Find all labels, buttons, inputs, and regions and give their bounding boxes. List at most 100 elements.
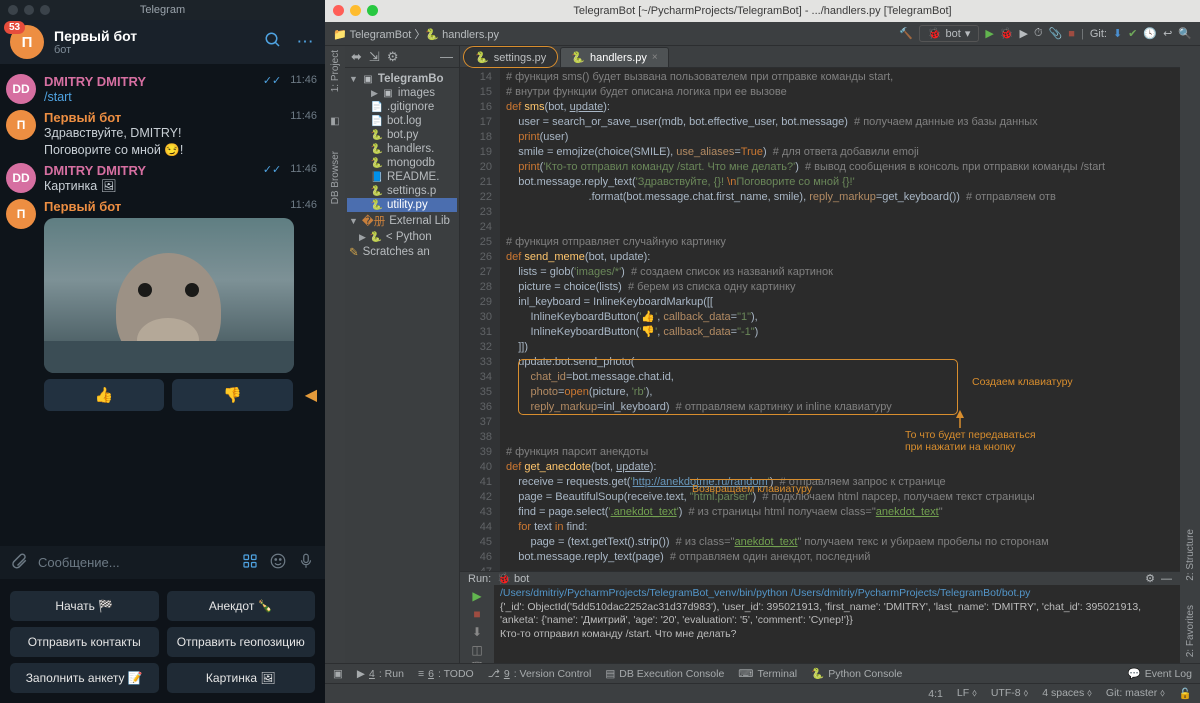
message-user[interactable]: DD DMITRY DMITRY✓✓11:46 /start — [6, 74, 317, 106]
lock-icon[interactable]: 🔓 — [1179, 687, 1192, 700]
project-tab[interactable]: 1: Project — [330, 50, 341, 92]
db-browser-icon[interactable]: ◧ — [330, 116, 339, 127]
emoji-icon[interactable] — [269, 552, 287, 573]
inline-button-dislike[interactable]: 👎 — [172, 379, 292, 411]
message-bot-photo[interactable]: П Первый бот11:46 — [6, 199, 317, 373]
event-log[interactable]: 💬 Event Log — [1128, 667, 1192, 680]
caret-pos[interactable]: 4:1 — [928, 688, 943, 700]
window-title: TelegramBot [~/PycharmProjects/TelegramB… — [573, 5, 951, 17]
close-tab-icon[interactable]: × — [652, 52, 658, 63]
more-icon[interactable]: ⋯ — [295, 32, 315, 52]
tab-settings[interactable]: 🐍 settings.py — [464, 47, 557, 67]
expand-icon[interactable]: ⇲ — [369, 49, 380, 65]
indent[interactable]: 4 spaces ⬨ — [1042, 687, 1092, 700]
git-revert-icon[interactable]: ↩ — [1163, 27, 1172, 40]
bot-avatar[interactable]: 53 П — [10, 25, 44, 59]
tw-run[interactable]: ▶ 4: Run — [357, 668, 404, 680]
run-title: Run: — [468, 573, 491, 585]
inline-button-like[interactable]: 👍 — [44, 379, 164, 411]
message-user[interactable]: DD DMITRY DMITRY✓✓11:46 Картинка 🖼 — [6, 163, 317, 195]
reply-button[interactable]: Отправить контакты — [10, 627, 159, 657]
telegram-chat-header[interactable]: 53 П Первый бот бот ⋯ — [0, 20, 325, 64]
hide-icon[interactable]: — — [440, 49, 453, 64]
tab-handlers[interactable]: 🐍 handlers.py × — [560, 47, 668, 67]
message-input[interactable]: Сообщение... — [38, 555, 231, 570]
down-icon[interactable]: ⬇ — [472, 625, 482, 639]
telegram-app: Telegram 53 П Первый бот бот ⋯ DD DMITRY… — [0, 0, 325, 703]
code-editor[interactable]: 1415161718192021222324252627282930313233… — [460, 68, 1180, 571]
telegram-window-title: Telegram — [140, 4, 185, 16]
coverage-icon[interactable]: ▶ — [1020, 27, 1028, 40]
avatar: DD — [6, 163, 36, 193]
favorites-tab[interactable]: 2: Favorites — [1185, 605, 1196, 657]
message-input-bar: Сообщение... — [0, 546, 325, 579]
hide-icon[interactable]: — — [1161, 573, 1172, 585]
gutter[interactable]: 1415161718192021222324252627282930313233… — [460, 68, 500, 571]
db-browser-tab[interactable]: DB Browser — [330, 151, 341, 204]
run-gutter: ▶ ■ ⬇ ◫ 🗑 — [460, 585, 494, 675]
collapse-icon[interactable]: ⬌ — [351, 49, 362, 65]
reply-button[interactable]: Отправить геопозицию — [167, 627, 316, 657]
tw-db[interactable]: ▤ DB Execution Console — [605, 668, 724, 680]
git-label: Git: — [1090, 28, 1107, 40]
ide-toolbar: 📁 TelegramBot 〉🐍 handlers.py 🔨 🐞 bot ▾ ▶… — [325, 22, 1200, 46]
avatar: П — [6, 110, 36, 140]
reply-button[interactable]: Картинка 🖼 — [167, 663, 316, 693]
line-sep[interactable]: LF ⬨ — [957, 687, 977, 700]
avatar: П — [6, 199, 36, 229]
build-icon[interactable]: 🔨 — [899, 27, 913, 40]
stop-icon[interactable]: ■ — [1068, 28, 1075, 40]
unread-badge: 53 — [4, 21, 25, 34]
code-content[interactable]: # функция sms() будет вызвана пользовате… — [500, 68, 1180, 571]
close-icon[interactable] — [333, 5, 344, 16]
reply-button[interactable]: Заполнить анкету 📝 — [10, 663, 159, 693]
ide-titlebar: TelegramBot [~/PycharmProjects/TelegramB… — [325, 0, 1200, 22]
tool-windows-icon[interactable]: ▣ — [333, 668, 343, 680]
chat-subtitle: бот — [54, 44, 137, 56]
search-icon[interactable] — [263, 31, 283, 54]
tw-todo[interactable]: ≡ 6: TODO — [418, 668, 474, 680]
reply-button[interactable]: Начать 🏁 — [10, 591, 159, 621]
git-commit-icon[interactable]: ✔ — [1128, 27, 1137, 40]
git-pull-icon[interactable]: ⬇ — [1113, 27, 1122, 40]
gear-icon[interactable]: ⚙ — [387, 49, 399, 65]
structure-tab[interactable]: 2: Structure — [1185, 529, 1196, 581]
chat-messages[interactable]: DD DMITRY DMITRY✓✓11:46 /start П Первый … — [0, 64, 325, 546]
left-tool-strip-bottom: 2: Structure 2: Favorites — [1180, 46, 1200, 663]
status-bar: 4:1 LF ⬨ UTF-8 ⬨ 4 spaces ⬨ Git: master … — [325, 683, 1200, 703]
chat-title: Первый бот — [54, 28, 137, 44]
run-config-selector[interactable]: 🐞 bot ▾ — [919, 25, 980, 42]
search-everywhere-icon[interactable]: 🔍 — [1178, 27, 1192, 40]
tw-terminal[interactable]: ⌨ Terminal — [738, 668, 797, 680]
debug-icon[interactable]: 🐞 — [1000, 27, 1014, 40]
tw-pyconsole[interactable]: 🐍 Python Console — [811, 667, 902, 680]
git-branch[interactable]: Git: master ⬨ — [1106, 687, 1165, 700]
inline-keyboard: 👍 👎 ◀ — [44, 379, 317, 411]
commands-icon[interactable] — [241, 552, 259, 573]
photo-attachment[interactable] — [44, 218, 294, 373]
project-tree[interactable]: ▼▣TelegramBo ▶▣images 📄.gitignore 📄bot.l… — [345, 68, 459, 264]
git-history-icon[interactable]: 🕓 — [1143, 27, 1157, 40]
stop-icon[interactable]: ■ — [473, 607, 480, 621]
ide-app: TelegramBot [~/PycharmProjects/TelegramB… — [325, 0, 1200, 703]
tw-vcs[interactable]: ⎇ 9: Version Control — [488, 668, 592, 680]
gear-icon[interactable]: ⚙ — [1145, 572, 1155, 585]
rerun-icon[interactable]: ▶ — [472, 589, 481, 603]
reply-button[interactable]: Анекдот 🍾 — [167, 591, 316, 621]
reply-keyboard: Начать 🏁 Анекдот 🍾 Отправить контакты От… — [0, 579, 325, 703]
minimize-icon[interactable] — [350, 5, 361, 16]
attach-icon[interactable]: 📎 — [1049, 27, 1063, 40]
profile-icon[interactable]: ⏱ — [1034, 27, 1043, 40]
run-output[interactable]: /Users/dmitriy/PycharmProjects/TelegramB… — [494, 585, 1180, 675]
attach-icon[interactable] — [10, 552, 28, 573]
breadcrumb[interactable]: 📁 TelegramBot 〉🐍 handlers.py — [333, 26, 499, 42]
zoom-icon[interactable] — [367, 5, 378, 16]
bottom-tool-windows: ▣ ▶ 4: Run ≡ 6: TODO ⎇ 9: Version Contro… — [325, 663, 1200, 683]
message-bot[interactable]: П Первый бот11:46 Здравствуйте, DMITRY! … — [6, 110, 317, 159]
run-icon[interactable]: ▶ — [985, 27, 993, 40]
layout-icon[interactable]: ◫ — [471, 643, 482, 657]
microphone-icon[interactable] — [297, 552, 315, 573]
project-tool-window[interactable]: ⬌ ⇲ ⚙ — ▼▣TelegramBo ▶▣images 📄.gitignor… — [345, 46, 460, 663]
encoding[interactable]: UTF-8 ⬨ — [991, 687, 1028, 700]
run-tool-window[interactable]: Run: 🐞 bot ⚙ — ▶ ■ ⬇ ◫ 🗑 — [460, 571, 1180, 663]
